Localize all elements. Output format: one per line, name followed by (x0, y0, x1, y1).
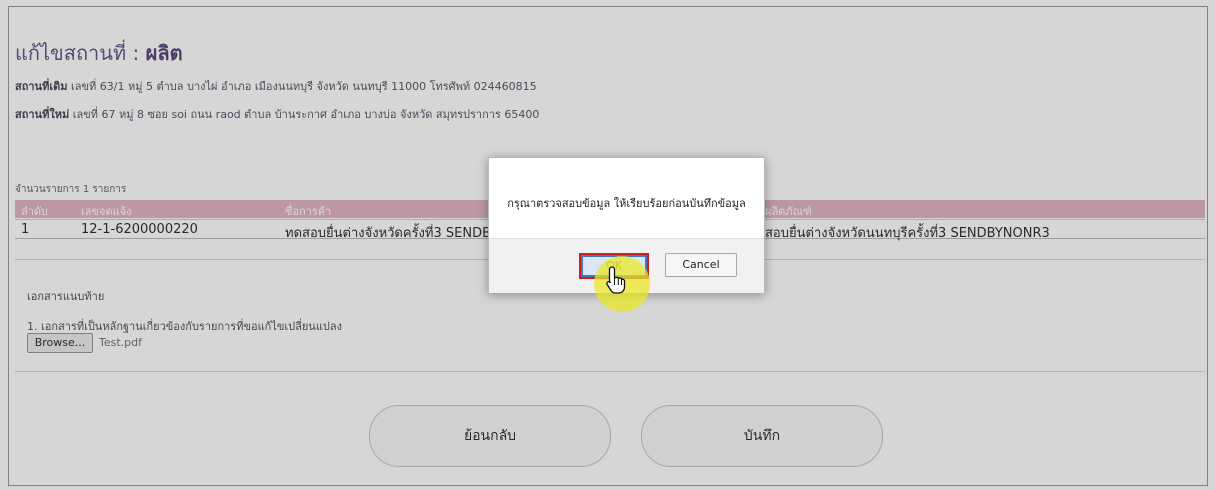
cancel-button[interactable]: Cancel (665, 253, 737, 277)
hand-pointer-icon (606, 266, 626, 294)
dialog-message: กรุณาตรวจสอบข้อมูล ให้เรียบร้อยก่อนบันทึ… (507, 197, 746, 210)
